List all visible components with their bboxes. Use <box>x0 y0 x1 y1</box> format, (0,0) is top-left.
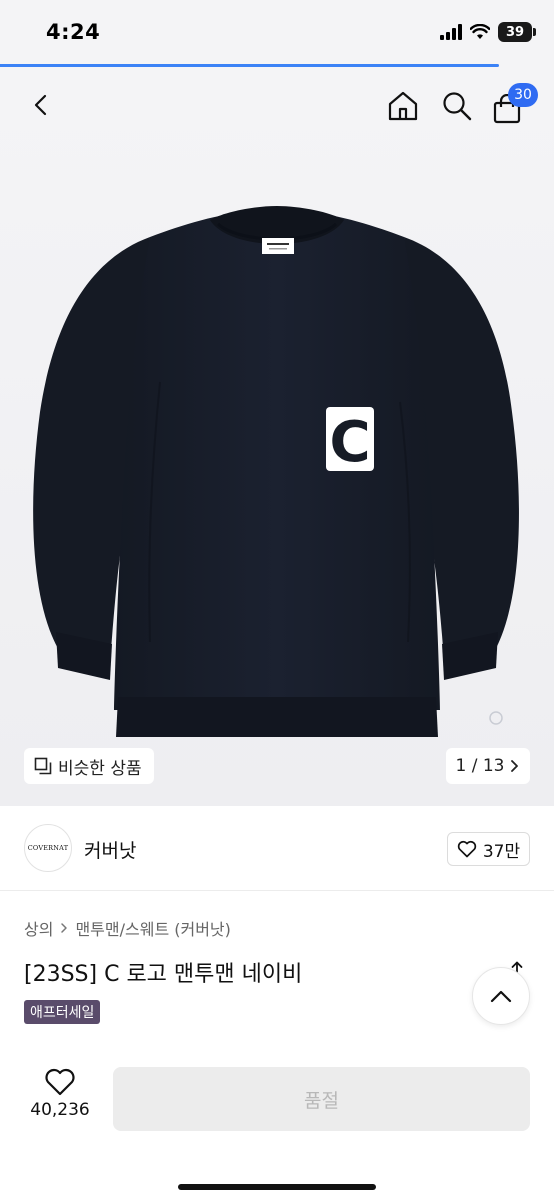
product-image: C <box>33 206 519 737</box>
status-time: 4:24 <box>46 20 101 44</box>
heart-icon <box>45 1068 75 1096</box>
home-icon <box>388 91 418 121</box>
sweatshirt-body <box>114 210 440 710</box>
wishlist-count: 40,236 <box>30 1100 90 1120</box>
home-indicator <box>178 1184 376 1190</box>
heart-icon <box>457 840 477 858</box>
brand-logo[interactable]: COVERNAT <box>24 824 72 872</box>
signal-icon <box>440 24 462 40</box>
product-title: [23SS] C 로고 맨투맨 네이비 <box>24 962 303 987</box>
similar-products-label: 비슷한 상품 <box>58 758 142 779</box>
brand-logo-text: COVERNAT <box>27 844 69 852</box>
scroll-to-top-button[interactable] <box>472 967 530 1025</box>
chevron-right-icon <box>511 760 519 772</box>
chevron-up-icon <box>490 990 512 1003</box>
back-icon <box>34 94 47 116</box>
image-page-label: 1 / 13 <box>455 756 505 776</box>
brand-like-count: 37만 <box>482 841 521 862</box>
battery-icon: 39 <box>498 22 536 42</box>
breadcrumb-item[interactable]: 맨투맨/스웨트 (커버낫) <box>75 916 230 940</box>
breadcrumb-item[interactable]: 상의 <box>24 916 53 940</box>
home-button[interactable] <box>382 85 424 127</box>
battery-level: 39 <box>505 24 525 40</box>
wifi-icon <box>470 24 490 39</box>
status-bar: 4:24 39 <box>0 0 554 64</box>
similar-products-icon <box>34 757 52 775</box>
status-icons: 39 <box>440 22 536 42</box>
brand-like-button[interactable]: 37만 <box>447 832 530 866</box>
cart-button[interactable]: 30 <box>490 83 538 127</box>
brand-row[interactable]: COVERNAT 커버낫 37만 <box>0 806 554 891</box>
wishlist-button[interactable]: 40,236 <box>20 1068 100 1130</box>
brand-name[interactable]: 커버낫 <box>84 836 136 863</box>
image-page-indicator[interactable]: 1 / 13 <box>446 748 530 784</box>
breadcrumb: 상의 맨투맨/스웨트 (커버낫) <box>24 916 231 940</box>
search-icon <box>443 92 472 121</box>
sold-out-button[interactable]: 품절 <box>113 1067 530 1131</box>
bottom-purchase-bar: 40,236 품절 <box>0 1048 554 1200</box>
search-button[interactable] <box>436 85 478 127</box>
product-image-gallery[interactable]: 30 C 비슷한 상품 1 / 13 <box>0 67 554 806</box>
svg-text:C: C <box>329 410 370 475</box>
cart-count-badge: 30 <box>508 83 538 107</box>
sale-badge: 애프터세일 <box>24 1000 101 1024</box>
similar-products-button[interactable]: 비슷한 상품 <box>24 748 154 784</box>
chevron-right-icon <box>61 923 68 933</box>
back-button[interactable] <box>22 85 62 125</box>
